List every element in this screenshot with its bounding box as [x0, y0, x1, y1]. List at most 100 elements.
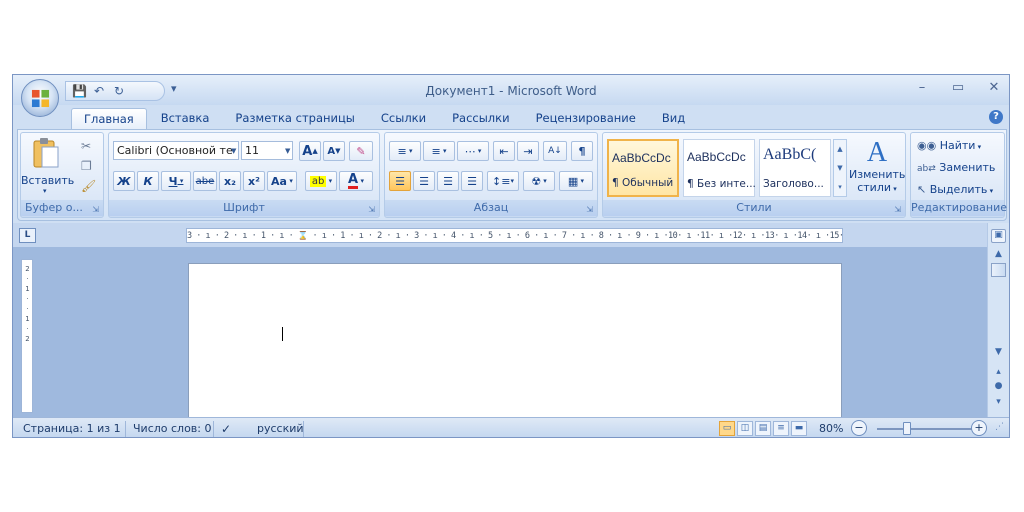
increase-indent-button[interactable]: ⇥ [517, 141, 539, 161]
draft-view-icon[interactable]: ▬ [791, 421, 807, 436]
vertical-ruler[interactable]: 2 · 1 · · 1 · 2 [21, 259, 33, 413]
cut-icon[interactable]: ✂ [81, 139, 91, 153]
outline-view-icon[interactable]: ≡ [773, 421, 789, 436]
select-label: Выделить [929, 183, 988, 196]
zoom-level[interactable]: 80% [819, 422, 843, 435]
full-screen-reading-view-icon[interactable]: ◫ [737, 421, 753, 436]
office-button[interactable] [21, 79, 59, 117]
spelling-check-icon[interactable]: ✓ [221, 422, 231, 436]
borders-button[interactable]: ▦ ▾ [559, 171, 593, 191]
paste-button[interactable]: Вставить ▾ [21, 137, 74, 195]
web-layout-view-icon[interactable]: ▤ [755, 421, 771, 436]
clear-format-button[interactable]: ✎ [349, 141, 373, 161]
sort-button[interactable]: A↓ [543, 141, 567, 161]
document-page[interactable] [188, 263, 842, 417]
tab-home[interactable]: Главная [71, 108, 147, 130]
paste-dropdown-icon[interactable]: ▾ [43, 187, 47, 195]
style-normal[interactable]: AaBbCcDc ¶ Обычный [607, 139, 679, 197]
zoom-slider-thumb[interactable] [903, 422, 911, 435]
font-name-select[interactable]: Calibri (Основной те [113, 141, 239, 160]
status-word-count[interactable]: Число слов: 0 [133, 422, 212, 435]
status-language[interactable]: русский [257, 422, 304, 435]
paragraph-launcher-icon[interactable]: ⇲ [586, 205, 593, 214]
browse-object-icon[interactable]: ● [991, 381, 1006, 391]
subscript-button[interactable]: x₂ [219, 171, 241, 191]
vruler-tick: 2 [25, 335, 30, 343]
ribbon: Вставить ▾ ✂ ❐ 🖌 Буфер о... ⇲ Calibri (О… [17, 129, 1007, 221]
find-label: Найти [939, 139, 976, 152]
font-color-button[interactable]: A ▾ [339, 171, 373, 191]
replace-button[interactable]: ab⇄ Заменить [917, 161, 995, 174]
group-paragraph: ≡ ▾ ≡ ▾ ⋯ ▾ ⇤ ⇥ A↓ ¶ ☰ ☰ ☰ ☰ ↕≡ ▾ ☢ ▾ ▦ ▾… [384, 132, 598, 218]
style-heading-sample: AaBbC( [763, 146, 817, 163]
resize-grip-icon[interactable]: ⋰ [995, 422, 1004, 432]
grow-font-label: A [302, 143, 313, 159]
tab-review[interactable]: Рецензирование [524, 108, 648, 130]
close-icon[interactable]: ✕ [987, 80, 1001, 95]
strikethrough-label: abe [195, 175, 215, 187]
font-launcher-icon[interactable]: ⇲ [368, 205, 375, 214]
bullets-button[interactable]: ≡ ▾ [389, 141, 421, 161]
previous-page-icon[interactable]: ▴ [991, 367, 1006, 377]
align-left-button[interactable]: ☰ [389, 171, 411, 191]
select-button[interactable]: ↖ Выделить ▾ [917, 183, 993, 196]
align-center-button[interactable]: ☰ [413, 171, 435, 191]
tab-selector-button[interactable]: L [19, 228, 36, 243]
shading-button[interactable]: ☢ ▾ [523, 171, 555, 191]
multilevel-list-button[interactable]: ⋯ ▾ [457, 141, 489, 161]
tab-page-layout[interactable]: Разметка страницы [223, 108, 366, 130]
find-button[interactable]: ◉◉ Найти ▾ [917, 139, 981, 152]
zoom-slider-track[interactable] [877, 428, 977, 430]
help-icon[interactable]: ? [989, 110, 1003, 124]
styles-launcher-icon[interactable]: ⇲ [894, 205, 901, 214]
styles-gallery-scroll[interactable]: ▲ ▼ ▾ [833, 139, 847, 197]
style-normal-name: ¶ Обычный [612, 177, 674, 189]
tab-insert[interactable]: Вставка [149, 108, 222, 130]
strikethrough-button[interactable]: abe [193, 171, 217, 191]
style-no-spacing[interactable]: AaBbCcDc ¶ Без инте... [683, 139, 755, 197]
italic-button[interactable]: К [137, 171, 159, 191]
show-marks-button[interactable]: ¶ [571, 141, 593, 161]
align-right-button[interactable]: ☰ [437, 171, 459, 191]
view-ruler-icon[interactable]: ▣ [991, 229, 1006, 243]
numbering-button[interactable]: ≡ ▾ [423, 141, 455, 161]
zoom-out-button[interactable]: − [851, 420, 867, 436]
shrink-font-button[interactable]: A ▼ [323, 141, 345, 161]
change-styles-button[interactable]: A Изменить стили ▾ [849, 137, 905, 199]
superscript-button[interactable]: x² [243, 171, 265, 191]
increase-indent-icon: ⇥ [523, 144, 533, 158]
tab-mailings[interactable]: Рассылки [440, 108, 521, 130]
scroll-down-icon[interactable]: ▼ [991, 347, 1006, 357]
status-page[interactable]: Страница: 1 из 1 [23, 422, 121, 435]
bold-button[interactable]: Ж [113, 171, 135, 191]
group-clipboard: Вставить ▾ ✂ ❐ 🖌 Буфер о... ⇲ [20, 132, 104, 218]
print-layout-view-icon[interactable]: ▭ [719, 421, 735, 436]
highlighter-icon: ab [309, 175, 327, 187]
underline-label: Ч [168, 174, 178, 188]
font-name-dropdown-icon[interactable]: ▼ [231, 147, 236, 155]
decrease-indent-button[interactable]: ⇤ [493, 141, 515, 161]
maximize-icon[interactable]: ▭ [951, 80, 965, 95]
highlight-button[interactable]: ab ▾ [305, 171, 337, 191]
scroll-up-icon[interactable]: ▲ [991, 249, 1006, 259]
line-spacing-button[interactable]: ↕≡ ▾ [487, 171, 519, 191]
font-size-dropdown-icon[interactable]: ▼ [285, 147, 290, 155]
grow-font-button[interactable]: A ▲ [299, 141, 321, 161]
copy-icon[interactable]: ❐ [81, 159, 92, 173]
next-page-icon[interactable]: ▾ [991, 397, 1006, 407]
vertical-scrollbar[interactable]: ▣ ▲ ▼ ▴ ● ▾ [987, 223, 1009, 417]
scroll-thumb[interactable] [991, 263, 1006, 277]
justify-button[interactable]: ☰ [461, 171, 483, 191]
tab-references[interactable]: Ссылки [369, 108, 438, 130]
window-title: Документ1 - Microsoft Word [425, 84, 597, 98]
vruler-tick: · [26, 305, 29, 313]
zoom-in-button[interactable]: + [971, 420, 987, 436]
minimize-icon[interactable]: – [915, 80, 929, 95]
horizontal-ruler[interactable]: 3 · ı · 2 · ı · 1 · ı · ⌛ · ı · 1 · ı · … [186, 228, 843, 243]
tab-view[interactable]: Вид [650, 108, 697, 130]
clipboard-launcher-icon[interactable]: ⇲ [92, 205, 99, 214]
style-heading[interactable]: AaBbC( Заголово... [759, 139, 831, 197]
change-case-button[interactable]: Aa ▾ [267, 171, 297, 191]
underline-button[interactable]: Ч ▾ [161, 171, 191, 191]
format-painter-icon[interactable]: 🖌 [81, 179, 96, 193]
